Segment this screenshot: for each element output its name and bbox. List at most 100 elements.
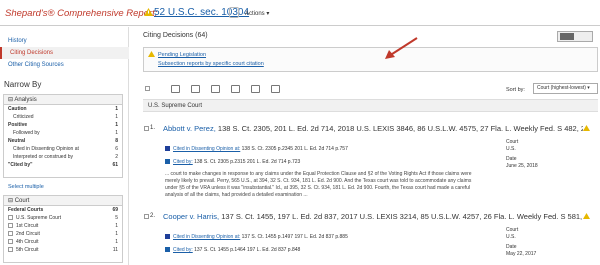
filter-count: 1 <box>115 114 118 120</box>
results-toolbar: Sort by: Court (highest-lowest) ▾ <box>143 83 598 97</box>
select-all-checkbox[interactable] <box>145 86 150 91</box>
treatment-square-icon <box>165 159 170 164</box>
court-heading: Court <box>14 198 30 204</box>
nav-citing-decisions[interactable]: Citing Decisions <box>0 47 129 59</box>
filter-count: 1 <box>115 223 118 229</box>
case-title-line: Abbott v. Perez, 138 S. Ct. 2305, 201 L.… <box>163 124 583 133</box>
court-label: Court <box>506 139 519 145</box>
checkbox[interactable] <box>8 239 13 244</box>
caution-icon <box>144 8 153 16</box>
sort-select[interactable]: Court (highest-lowest) ▾ <box>533 83 598 94</box>
select-multiple-link[interactable]: Select multiple <box>8 184 44 190</box>
filter-row-caution[interactable]: Caution 1 <box>4 105 122 113</box>
filter-row-2nd-circuit[interactable]: 2nd Circuit 1 <box>4 230 122 238</box>
court-label: Court <box>506 227 519 233</box>
filter-row-followed-by[interactable]: Followed by 1 <box>4 129 122 137</box>
filter-label: U.S. Supreme Court <box>16 215 62 221</box>
treatment-refs: 137 S. Ct. 1455 p.1464 197 L. Ed. 2d 837… <box>192 247 301 253</box>
filter-label: 5th Circuit <box>16 247 39 253</box>
court-filter-header[interactable]: ⊟ Court <box>4 196 122 206</box>
case-result: 1. Abbott v. Perez, 138 S. Ct. 2305, 201… <box>143 123 598 203</box>
caution-icon <box>148 51 155 57</box>
email-icon[interactable] <box>191 85 200 93</box>
filter-row-federal-courts[interactable]: Federal Courts 69 <box>4 206 122 214</box>
treatment-refs: 138 S. Ct. 2305 p.2345 201 L. Ed. 2d 714… <box>240 146 348 152</box>
treatment-refs: 137 S. Ct. 1455 p.1497 197 L. Ed. 2d 837… <box>240 234 348 240</box>
checkbox[interactable] <box>8 247 13 252</box>
date-value: June 25, 2018 <box>506 163 538 169</box>
treatment-row: Cited by: 138 S. Ct. 2305 p.2315 201 L. … <box>165 158 300 166</box>
filter-row-cited-dissenting[interactable]: Cited in Dissenting Opinion at 6 <box>4 145 122 153</box>
treatment-row: Cited by: 137 S. Ct. 1455 p.1464 197 L. … <box>165 246 300 254</box>
treatment-square-icon <box>165 234 170 239</box>
filter-label: Federal Courts <box>8 207 44 213</box>
treatment-label[interactable]: Cited in Dissenting Opinion at: <box>173 234 240 240</box>
filter-row-cited-by[interactable]: "Cited by" 61 <box>4 161 122 169</box>
analysis-filter: ⊟ Analysis Caution 1 Criticized 1 Positive… <box>3 94 123 178</box>
filter-row-supreme-court[interactable]: U.S. Supreme Court 5 <box>4 214 122 222</box>
actions-menu[interactable]: Actions ▾ <box>245 10 269 17</box>
analysis-filter-header[interactable]: ⊟ Analysis <box>4 95 122 105</box>
nav-other-citing-sources[interactable]: Other Citing Sources <box>0 59 129 71</box>
subsection-reports-link[interactable]: Subsection reports by specific court cit… <box>158 61 264 67</box>
date-label: Date <box>506 244 517 250</box>
treatment-label[interactable]: Cited in Dissenting Opinion at: <box>173 146 240 152</box>
filter-row-criticized[interactable]: Criticized 1 <box>4 113 122 121</box>
result-checkbox[interactable] <box>144 126 149 131</box>
filter-row-interpreted[interactable]: Interpreted or construed by 2 <box>4 153 122 161</box>
download-icon[interactable] <box>231 85 240 93</box>
filter-label: 2nd Circuit <box>16 231 40 237</box>
date-label: Date <box>506 156 517 162</box>
print-icon[interactable] <box>211 85 220 93</box>
alert-bell-icon[interactable] <box>229 7 239 18</box>
result-checkbox[interactable] <box>144 214 149 219</box>
case-result: 2. Cooper v. Harris, 137 S. Ct. 1455, 19… <box>143 211 598 263</box>
case-citation: 138 S. Ct. 2305, 201 L. Ed. 2d 714, 2018… <box>217 124 583 133</box>
sort-value: Court (highest-lowest) <box>537 85 586 91</box>
filter-count: 1 <box>115 106 118 112</box>
filter-label: "Cited by" <box>8 162 33 168</box>
treatment-label[interactable]: Cited by: <box>173 247 193 253</box>
report-title: Shepard's® Comprehensive Report: <box>5 8 158 19</box>
filter-row-5th-circuit[interactable]: 5th Circuit 11 <box>4 246 122 254</box>
filter-count: 1 <box>115 122 118 128</box>
chevron-down-icon: ▾ <box>266 11 270 17</box>
filter-count: 8 <box>115 138 118 144</box>
caution-icon <box>583 125 590 131</box>
filter-count: 11 <box>112 247 118 253</box>
treatment-label[interactable]: Cited by: <box>173 159 193 165</box>
pending-legislation-link[interactable]: Pending Legislation <box>158 52 206 58</box>
case-citation: 137 S. Ct. 1455, 197 L. Ed. 2d 837, 2017… <box>221 212 583 221</box>
case-name-link[interactable]: Cooper v. Harris, <box>163 212 219 221</box>
filter-count: 2 <box>115 154 118 160</box>
caution-icon <box>583 213 590 219</box>
filter-label: Criticized <box>13 114 34 120</box>
filter-label: Interpreted or construed by <box>13 154 74 160</box>
clipboard-icon[interactable] <box>251 85 260 93</box>
filter-row-neutral[interactable]: Neutral 8 <box>4 137 122 145</box>
treatment-refs: 138 S. Ct. 2305 p.2315 201 L. Ed. 2d 714… <box>192 159 301 165</box>
filter-count: 1 <box>115 231 118 237</box>
filter-row-4th-circuit[interactable]: 4th Circuit 1 <box>4 238 122 246</box>
nav-history[interactable]: History <box>0 35 129 47</box>
folder-icon[interactable] <box>171 85 180 93</box>
result-number: 1. <box>150 125 156 131</box>
filter-row-positive[interactable]: Positive 1 <box>4 121 122 129</box>
case-title-line: Cooper v. Harris, 137 S. Ct. 1455, 197 L… <box>163 212 583 221</box>
filter-label: Followed by <box>13 130 40 136</box>
narrow-by-heading: Narrow By <box>4 80 42 89</box>
checkbox[interactable] <box>8 215 13 220</box>
checkbox[interactable] <box>8 223 13 228</box>
case-name-link[interactable]: Abbott v. Perez, <box>163 124 216 133</box>
settings-icon[interactable] <box>271 85 280 93</box>
filter-label: 1st Circuit <box>16 223 39 229</box>
filter-row-1st-circuit[interactable]: 1st Circuit 1 <box>4 222 122 230</box>
filter-count: 1 <box>115 239 118 245</box>
view-toggle[interactable] <box>557 31 593 42</box>
result-number: 2. <box>150 213 156 219</box>
filter-label: Positive <box>8 122 28 128</box>
minus-icon: ⊟ <box>8 97 14 103</box>
annotation-arrow-icon <box>385 37 418 59</box>
analysis-heading: Analysis <box>14 97 37 103</box>
checkbox[interactable] <box>8 231 13 236</box>
